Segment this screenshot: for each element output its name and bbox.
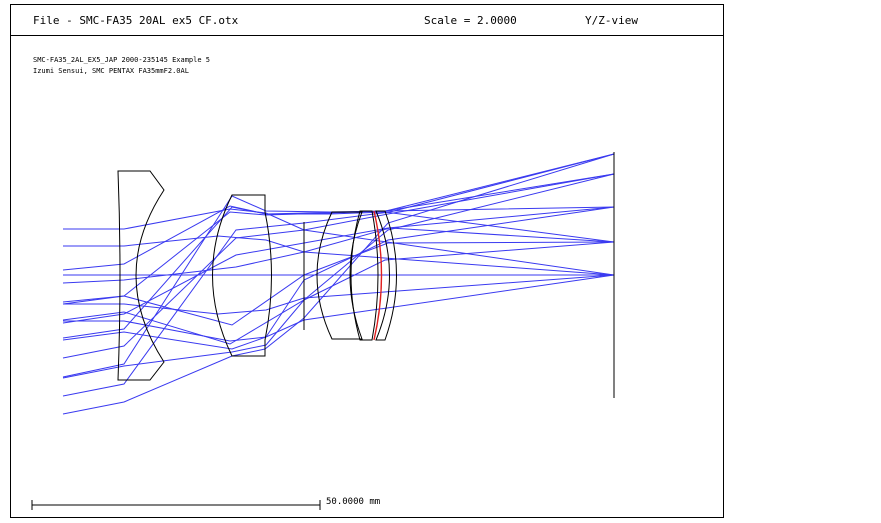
- ray-path: [62, 205, 615, 271]
- ray-path: [62, 241, 615, 345]
- scale-bar: [31, 500, 321, 510]
- ray-path: [62, 173, 615, 379]
- ray-path: [63, 274, 615, 315]
- ray-path: [62, 173, 615, 339]
- ray-path: [62, 206, 615, 350]
- ray-path: [62, 206, 615, 305]
- lens-layout-diagram: [31, 152, 615, 510]
- ray-trace-group: [62, 153, 615, 415]
- ray-path: [62, 153, 615, 415]
- ray-path: [63, 235, 615, 276]
- scale-bar-label: 50.0000 mm: [326, 497, 381, 507]
